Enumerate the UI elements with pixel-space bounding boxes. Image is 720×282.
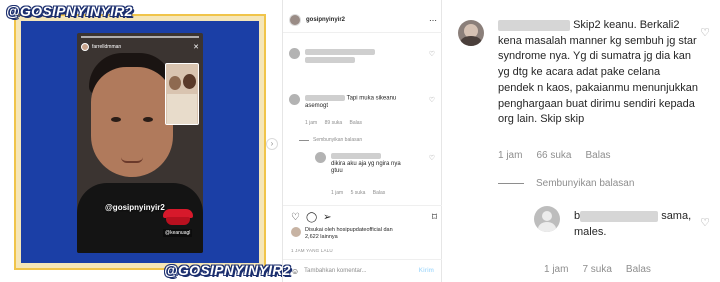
- liked-count[interactable]: 2,622 lainnya: [305, 234, 338, 240]
- story-handle-overlay: @gosipnyinyir2: [105, 203, 165, 212]
- add-comment-bar: ☺ Tambahkan komentar... Kirim: [283, 259, 442, 282]
- post-username[interactable]: gosipnyinyir2: [306, 17, 345, 23]
- story-avatar: [81, 43, 89, 51]
- story-screenshot: farrelldmman ✕ @gosipnyinyir2 @keanuagl: [77, 33, 203, 253]
- comment-text: Tapi muka sikeanu asemogt: [305, 95, 415, 110]
- avatar[interactable]: [289, 48, 300, 59]
- lips-sticker-icon: [163, 209, 193, 225]
- hide-replies-label: Sembunyikan balasan: [536, 178, 635, 189]
- chevron-right-icon[interactable]: ›: [266, 138, 278, 150]
- reply-likes[interactable]: 7 suka: [582, 264, 611, 275]
- heart-icon[interactable]: ♡: [700, 26, 710, 39]
- heart-icon[interactable]: ♡: [429, 50, 435, 58]
- story-photo-mouth: [121, 157, 143, 163]
- reply-body: sama,: [661, 210, 692, 222]
- reply-body: dikira aku aja yg ngira nya gtuu: [331, 160, 401, 174]
- bookmark-icon[interactable]: ⌑: [432, 212, 437, 223]
- reply-button[interactable]: Balas: [350, 120, 363, 126]
- comment-likes[interactable]: 66 suka: [536, 150, 571, 161]
- story-tag-overlay: @keanuagl: [163, 229, 193, 237]
- avatar[interactable]: [458, 20, 484, 46]
- list-item: Tapi muka sikeanu asemogt ♡ 1 jam 89 suk…: [289, 94, 437, 134]
- post-actions: ♡ ◯ ➢ ⌑: [291, 211, 437, 223]
- reply-body-end: males.: [574, 226, 607, 238]
- comment-body: Skip2 keanu. Berkali2 kena masalah manne…: [498, 19, 698, 126]
- story-frame-background: farrelldmman ✕ @gosipnyinyir2 @keanuagl: [21, 21, 259, 263]
- story-header: farrelldmman ✕: [81, 41, 199, 53]
- reply-text: dikira aku aja yg ngira nya gtuu: [331, 153, 411, 175]
- comment-meta: 1 jam 89 suka Balas: [305, 120, 368, 126]
- story-inset-photo: [165, 63, 199, 125]
- post-time: 1 JAM YANG LALU: [291, 248, 333, 253]
- story-photo-eye-left: [111, 117, 121, 122]
- reply-meta: 1 jam 5 suka Balas: [331, 190, 391, 196]
- avatar[interactable]: [534, 206, 560, 232]
- reply-text: b sama, males.: [574, 208, 706, 240]
- story-username: farrelldmman: [92, 44, 122, 50]
- comment-text: Skip2 keanu. Berkali2 kena masalah manne…: [498, 18, 698, 128]
- hide-replies-button[interactable]: Sembunyikan balasan: [498, 178, 634, 189]
- comment-likes[interactable]: 89 suka: [325, 120, 343, 126]
- reply-meta: 1 jam 7 suka Balas: [544, 264, 651, 275]
- avatar[interactable]: [289, 94, 300, 105]
- screenshot-collage: farrelldmman ✕ @gosipnyinyir2 @keanuagl …: [0, 0, 720, 282]
- avatar[interactable]: [289, 14, 301, 26]
- share-icon[interactable]: ➢: [323, 212, 331, 223]
- comment-time: 1 jam: [305, 120, 318, 126]
- liked-by: Disukai oleh hosipupdateofficial dan 2,6…: [291, 227, 437, 241]
- avatar[interactable]: [315, 152, 326, 163]
- reply-likes[interactable]: 5 suka: [351, 190, 366, 196]
- reply-time: 1 jam: [544, 264, 569, 275]
- comment-meta: 1 jam 66 suka Balas: [498, 150, 611, 161]
- comment-icon[interactable]: ◯: [306, 212, 317, 223]
- reply-time: 1 jam: [331, 190, 344, 196]
- list-item: ♡: [289, 48, 437, 68]
- comment-text: [305, 49, 415, 64]
- reply-item: dikira aku aja yg ngira nya gtuu ♡ 1 jam…: [315, 152, 437, 202]
- more-icon[interactable]: ⋯: [429, 16, 437, 25]
- post-panel: gosipnyinyir2 ⋯ ♡ Tapi muka sikeanu asem…: [282, 0, 442, 282]
- emoji-icon[interactable]: ☺: [291, 267, 299, 276]
- comment-input[interactable]: Tambahkan komentar...: [304, 268, 366, 274]
- watermark-top: @GOSIPNYINYIR2: [6, 3, 133, 19]
- divider: [283, 32, 442, 33]
- heart-icon[interactable]: ♡: [291, 212, 300, 223]
- story-frame: farrelldmman ✕ @gosipnyinyir2 @keanuagl: [14, 14, 266, 270]
- heart-icon[interactable]: ♡: [429, 96, 435, 104]
- story-progress-bar: [81, 36, 199, 38]
- close-icon[interactable]: ✕: [193, 43, 199, 51]
- zoomed-comments: Skip2 keanu. Berkali2 kena masalah manne…: [442, 0, 720, 282]
- liked-by-text[interactable]: Disukai oleh hosipupdateofficial dan: [305, 227, 393, 233]
- heart-icon[interactable]: ♡: [700, 216, 710, 229]
- comment-time: 1 jam: [498, 150, 523, 161]
- reply-button[interactable]: Balas: [626, 264, 651, 275]
- reply-button[interactable]: Balas: [585, 150, 610, 161]
- avatar: [291, 227, 301, 237]
- hide-replies-button[interactable]: Sembunyikan balasan: [299, 137, 362, 143]
- reply-button[interactable]: Balas: [373, 190, 386, 196]
- hide-replies-label: Sembunyikan balasan: [313, 137, 363, 143]
- send-button[interactable]: Kirim: [419, 268, 434, 274]
- heart-icon[interactable]: ♡: [429, 154, 435, 162]
- post-header: gosipnyinyir2 ⋯: [289, 12, 437, 28]
- watermark-bottom: @GOSIPNYINYIR2: [164, 262, 291, 278]
- story-photo-eye-right: [143, 117, 153, 122]
- divider: [283, 205, 442, 206]
